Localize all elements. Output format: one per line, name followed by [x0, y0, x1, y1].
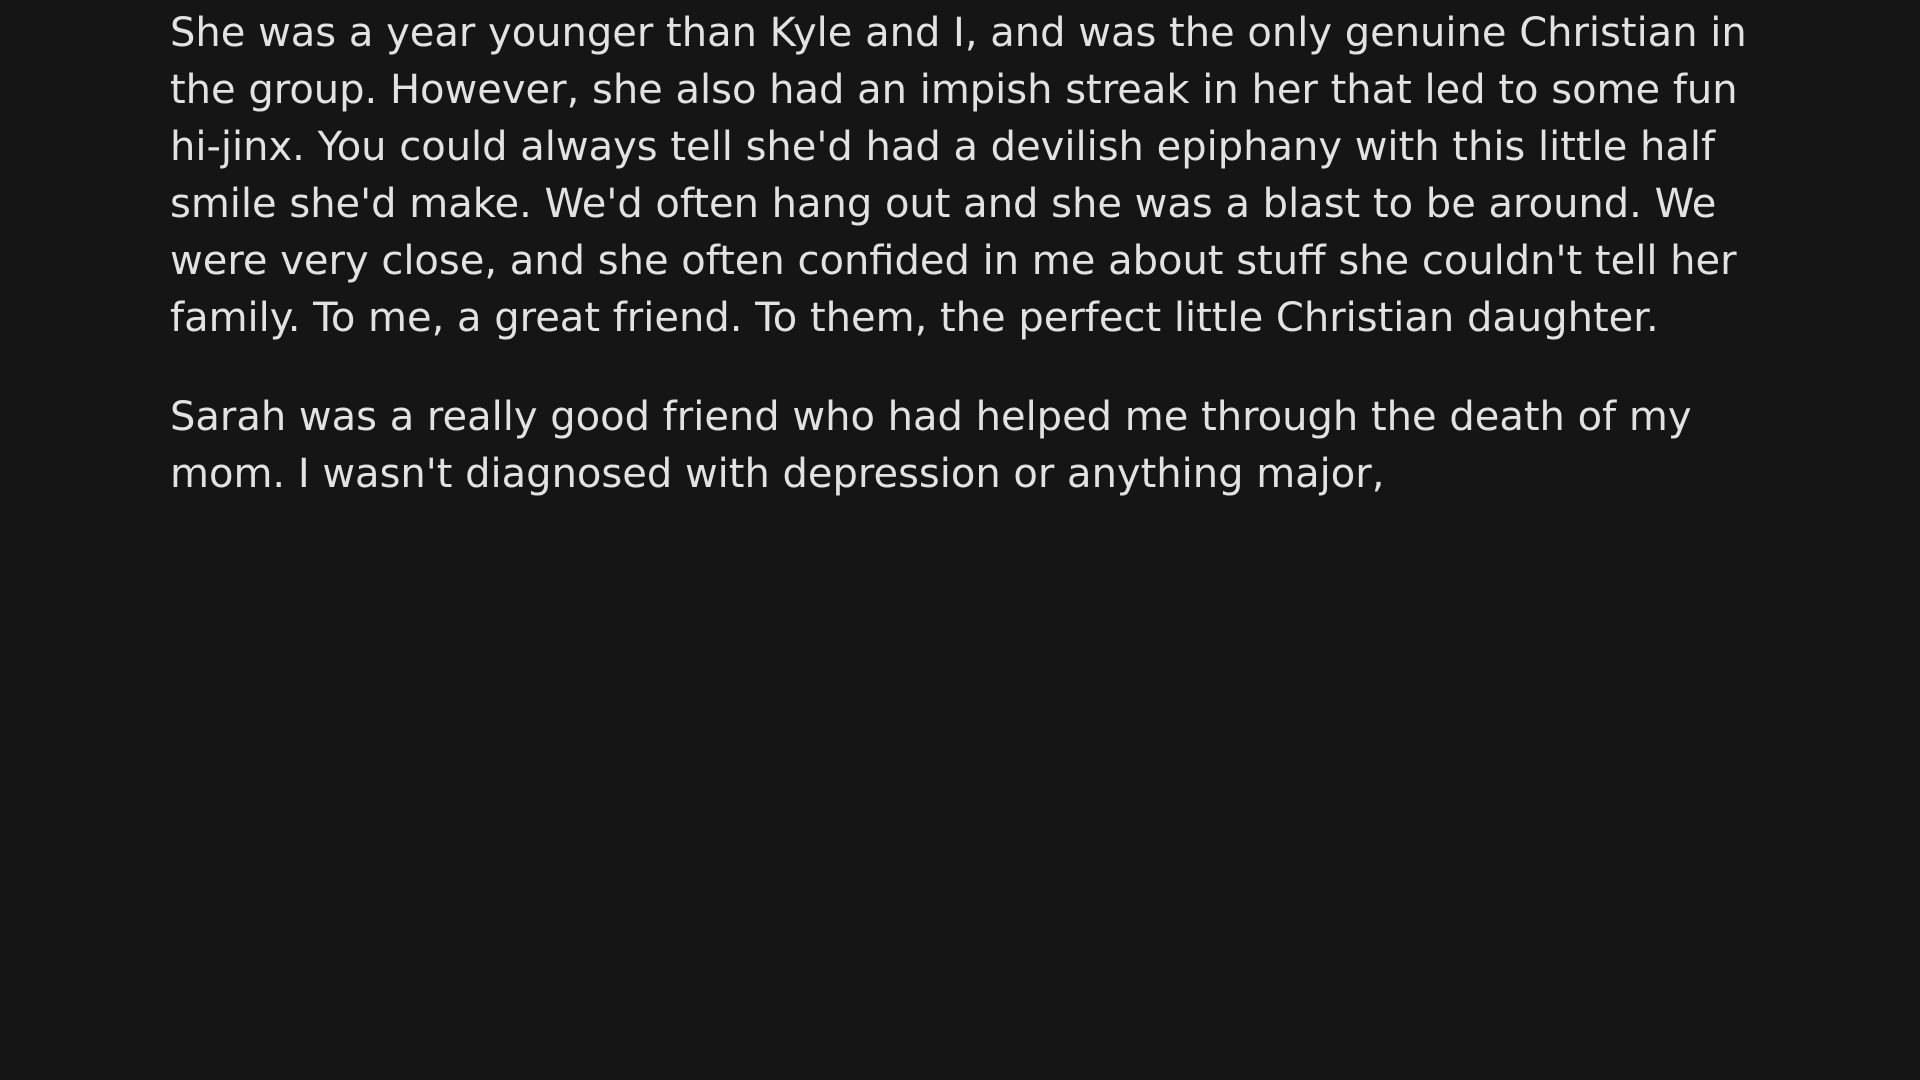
text-line: the group. However, she also had an impi…: [170, 67, 1738, 113]
text-line: were very close, and she often confided …: [170, 238, 1737, 284]
paragraph-2: Sarah was a really good friend who had h…: [170, 389, 1890, 503]
text-line: She was a year younger than Kyle and I, …: [170, 10, 1747, 56]
text-line: hi-jinx. You could always tell she'd had…: [170, 124, 1716, 170]
text-line: smile she'd make. We'd often hang out an…: [170, 181, 1717, 227]
text-line: family. To me, a great friend. To them, …: [170, 295, 1659, 341]
paragraph-1: She was a year younger than Kyle and I, …: [170, 5, 1890, 347]
text-line: mom. I wasn't diagnosed with depression …: [170, 451, 1385, 497]
text-line: Sarah was a really good friend who had h…: [170, 394, 1692, 440]
story-text: She was a year younger than Kyle and I, …: [170, 5, 1890, 545]
